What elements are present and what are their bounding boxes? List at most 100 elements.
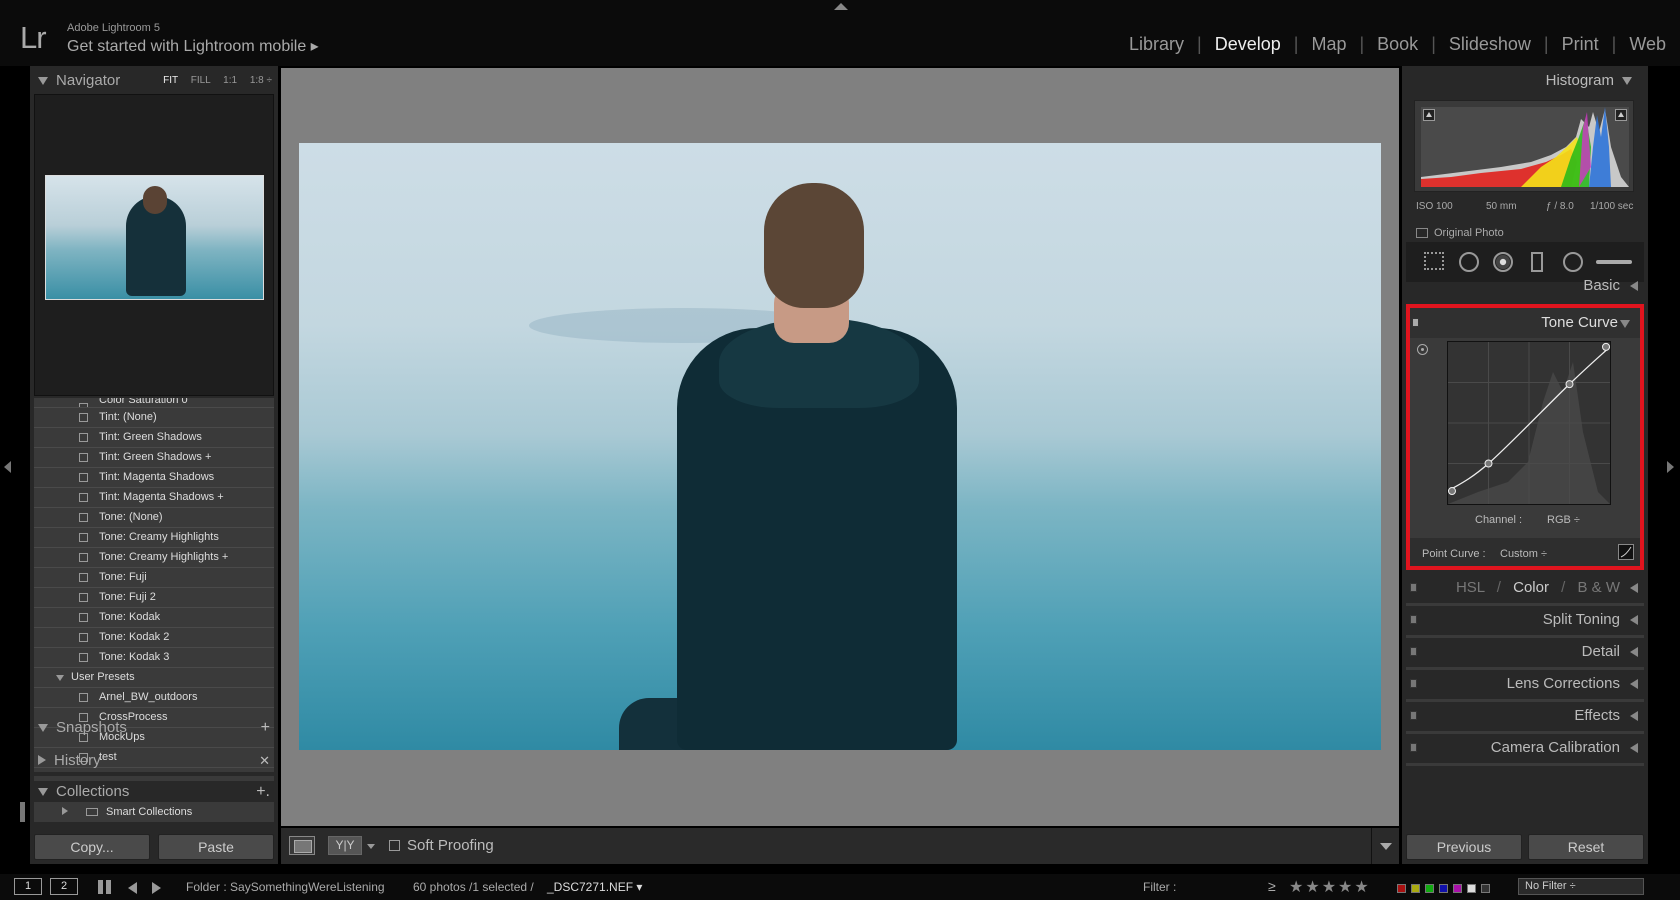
left-panel-toggle-icon[interactable]: [4, 461, 11, 473]
zoom-fit[interactable]: FIT: [163, 75, 178, 86]
filename-dropdown[interactable]: _DSC7271.NEF ▾: [547, 880, 642, 894]
camera-calibration-switch[interactable]: [1410, 743, 1417, 752]
before-after-dropdown-icon[interactable]: [367, 844, 375, 849]
collapse-triangle-icon[interactable]: [38, 77, 48, 85]
preset-item[interactable]: Tint: Green Shadows +: [34, 448, 274, 468]
rating-operator[interactable]: ≥: [1268, 878, 1276, 894]
preset-item[interactable]: Tone: Kodak: [34, 608, 274, 628]
paste-settings-button[interactable]: Paste: [158, 834, 274, 860]
preset-folder[interactable]: User Presets: [34, 668, 274, 688]
adjustment-brush-icon[interactable]: [1596, 260, 1632, 264]
copy-settings-button[interactable]: Copy...: [34, 834, 150, 860]
before-after-button[interactable]: Y|Y: [328, 836, 362, 855]
expand-triangle-icon[interactable]: [1630, 615, 1638, 625]
histogram[interactable]: [1414, 100, 1634, 192]
hsl-tab[interactable]: HSL: [1456, 579, 1485, 596]
expand-triangle-icon[interactable]: [1630, 647, 1638, 657]
module-map[interactable]: Map: [1311, 34, 1346, 55]
yellow-label-filter[interactable]: [1411, 884, 1420, 893]
secondary-window-button[interactable]: 2: [50, 878, 78, 895]
preset-item[interactable]: Arnel_BW_outdoors: [34, 688, 274, 708]
graduated-filter-icon[interactable]: [1531, 252, 1543, 272]
zoom-custom[interactable]: 1:8 ÷: [250, 75, 272, 86]
color-tab[interactable]: Color: [1513, 579, 1549, 596]
preset-item[interactable]: Tint: Green Shadows: [34, 428, 274, 448]
grid-view-icon[interactable]: [98, 880, 112, 894]
tone-curve-switch[interactable]: [1412, 318, 1419, 327]
snapshots-header[interactable]: Snapshots +: [30, 716, 278, 742]
zoom-fill[interactable]: FILL: [191, 75, 211, 86]
green-label-filter[interactable]: [1425, 884, 1434, 893]
preset-item[interactable]: Tone: Kodak 2: [34, 628, 274, 648]
detail-switch[interactable]: [1410, 647, 1417, 656]
filter-preset-select[interactable]: No Filter ÷: [1518, 878, 1644, 895]
hsl-section-header[interactable]: HSL / Color / B & W: [1406, 574, 1644, 602]
collapse-triangle-icon[interactable]: [1620, 320, 1630, 328]
preset-item[interactable]: Tone: Creamy Highlights: [34, 528, 274, 548]
expand-triangle-icon[interactable]: [1630, 583, 1638, 593]
reset-button[interactable]: Reset: [1528, 834, 1644, 860]
original-photo-checkbox[interactable]: [1416, 228, 1428, 238]
radial-filter-icon[interactable]: [1563, 252, 1583, 272]
lens-corrections-switch[interactable]: [1410, 679, 1417, 688]
add-collection-button[interactable]: +.: [256, 780, 270, 804]
red-eye-icon[interactable]: [1493, 252, 1513, 272]
top-panel-toggle-icon[interactable]: [834, 3, 848, 10]
red-label-filter[interactable]: [1397, 884, 1406, 893]
expand-triangle-icon[interactable]: [1630, 679, 1638, 689]
loupe-view-button[interactable]: [289, 836, 315, 855]
channel-select[interactable]: RGB ÷: [1547, 514, 1580, 526]
add-snapshot-button[interactable]: +: [261, 716, 270, 740]
expand-triangle-icon[interactable]: [62, 807, 68, 815]
navigator-header[interactable]: Navigator FIT FILL 1:1 1:8 ÷: [30, 70, 278, 92]
crop-overlay-icon[interactable]: [1424, 252, 1444, 270]
preset-item[interactable]: Tone: (None): [34, 508, 274, 528]
camera-calibration-section-header[interactable]: Camera Calibration: [1406, 734, 1644, 762]
tone-curve-graph[interactable]: [1447, 341, 1611, 505]
effects-switch[interactable]: [1410, 711, 1417, 720]
targeted-adjustment-icon[interactable]: [1417, 344, 1428, 355]
rating-filter-stars[interactable]: ★★★★★: [1289, 877, 1371, 897]
image-canvas[interactable]: [281, 68, 1399, 826]
navigator-preview[interactable]: [34, 94, 274, 396]
preset-item[interactable]: Tone: Fuji 2: [34, 588, 274, 608]
preset-item[interactable]: Color Saturation 0: [34, 398, 274, 408]
bw-tab[interactable]: B & W: [1577, 579, 1620, 596]
back-arrow-icon[interactable]: [128, 882, 137, 894]
preset-item[interactable]: Tint: Magenta Shadows +: [34, 488, 274, 508]
module-library[interactable]: Library: [1129, 34, 1184, 55]
effects-section-header[interactable]: Effects: [1406, 702, 1644, 730]
split-toning-section-header[interactable]: Split Toning: [1406, 606, 1644, 634]
spot-removal-icon[interactable]: [1459, 252, 1479, 272]
shadow-clipping-icon[interactable]: [1423, 109, 1435, 121]
purple-label-filter[interactable]: [1453, 884, 1462, 893]
tone-curve-header[interactable]: Tone Curve: [1410, 308, 1640, 338]
module-book[interactable]: Book: [1377, 34, 1418, 55]
forward-arrow-icon[interactable]: [152, 882, 161, 894]
toolbar-menu-icon[interactable]: [1371, 828, 1399, 864]
collapse-triangle-icon[interactable]: [38, 788, 48, 796]
blue-label-filter[interactable]: [1439, 884, 1448, 893]
lens-corrections-section-header[interactable]: Lens Corrections: [1406, 670, 1644, 698]
folder-path[interactable]: Folder : SaySomethingWereListening: [186, 880, 385, 894]
expand-triangle-icon[interactable]: [38, 755, 46, 765]
no-label-filter[interactable]: [1481, 884, 1490, 893]
preset-item[interactable]: Tone: Kodak 3: [34, 648, 274, 668]
curve-point[interactable]: [1565, 380, 1574, 389]
collapse-triangle-icon[interactable]: [1622, 77, 1632, 85]
soft-proofing-checkbox[interactable]: [389, 840, 400, 851]
point-curve-select[interactable]: Custom ÷: [1500, 548, 1547, 560]
history-header[interactable]: History ✕: [30, 749, 278, 775]
navigator-thumbnail[interactable]: [45, 175, 264, 300]
module-print[interactable]: Print: [1562, 34, 1599, 55]
preset-item[interactable]: Tone: Creamy Highlights +: [34, 548, 274, 568]
main-photo[interactable]: [299, 143, 1381, 750]
module-slideshow[interactable]: Slideshow: [1449, 34, 1531, 55]
module-develop[interactable]: Develop: [1215, 34, 1281, 55]
previous-button[interactable]: Previous: [1406, 834, 1522, 860]
right-panel-toggle-icon[interactable]: [1667, 461, 1674, 473]
hsl-switch[interactable]: [1410, 583, 1417, 592]
main-window-button[interactable]: 1: [14, 878, 42, 895]
preset-item[interactable]: Tone: Fuji: [34, 568, 274, 588]
smart-collections-folder[interactable]: Smart Collections: [34, 802, 274, 822]
